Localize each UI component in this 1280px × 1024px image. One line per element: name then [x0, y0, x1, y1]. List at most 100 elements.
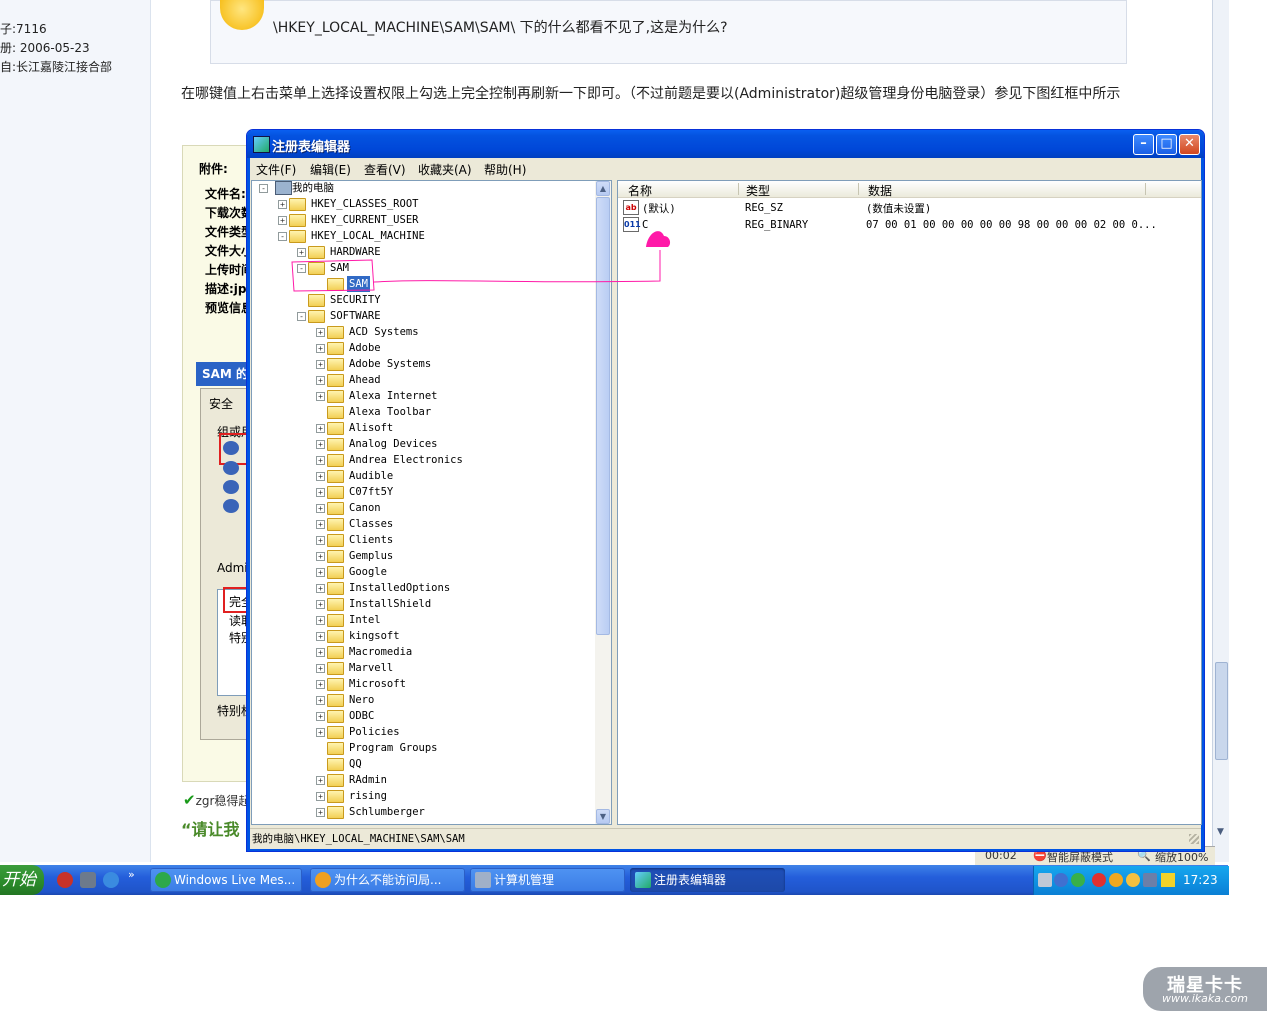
menu-edit[interactable]: 编辑(E)	[310, 161, 351, 178]
warning-icon[interactable]	[1161, 873, 1175, 887]
quicklaunch-desktop-icon[interactable]	[80, 872, 96, 888]
page-scrollbar[interactable]: ▼	[1212, 0, 1229, 862]
task-label: Windows Live Mes...	[174, 873, 296, 887]
minimize-button[interactable]: –	[1133, 134, 1154, 155]
close-button[interactable]: ✕	[1179, 134, 1200, 155]
maximize-button[interactable]: □	[1156, 134, 1177, 155]
expand-icon[interactable]: +	[316, 536, 325, 545]
expand-icon[interactable]: +	[316, 488, 325, 497]
resize-grip-icon[interactable]	[1189, 834, 1199, 844]
folder-icon	[308, 246, 325, 259]
expand-icon[interactable]: +	[316, 600, 325, 609]
keyboard-icon[interactable]	[1038, 873, 1052, 887]
expand-icon[interactable]: +	[316, 568, 325, 577]
quicklaunch-app-icon[interactable]	[57, 872, 73, 888]
start-button[interactable]: 开始	[0, 865, 44, 895]
expand-icon[interactable]: +	[316, 520, 325, 529]
values-list-pane[interactable]	[617, 180, 1202, 825]
clock[interactable]: 17:23	[1183, 873, 1218, 887]
column-data[interactable]: 数据	[868, 182, 892, 199]
expand-icon[interactable]: +	[316, 472, 325, 481]
title-bar[interactable]	[247, 130, 1204, 158]
expand-icon[interactable]: +	[316, 648, 325, 657]
tray-app-icon[interactable]	[1109, 873, 1123, 887]
value-type: REG_SZ	[745, 202, 783, 214]
collapse-icon[interactable]: -	[259, 184, 268, 193]
expand-icon[interactable]: +	[316, 808, 325, 817]
expand-icon[interactable]: +	[316, 392, 325, 401]
menu-favorites[interactable]: 收藏夹(A)	[418, 161, 472, 178]
quicklaunch-ie-icon[interactable]	[103, 872, 119, 888]
expand-icon[interactable]: +	[316, 360, 325, 369]
expand-icon[interactable]: +	[316, 456, 325, 465]
key-tree-pane[interactable]	[251, 180, 612, 825]
tree-node-label: HKEY_CURRENT_USER	[311, 214, 419, 226]
expand-icon[interactable]: +	[316, 728, 325, 737]
folder-icon	[327, 438, 344, 451]
tree-node-label: InstallShield	[349, 598, 432, 610]
collapse-icon[interactable]: -	[297, 264, 306, 273]
expand-icon[interactable]: +	[316, 504, 325, 513]
user-icon	[223, 461, 239, 475]
expand-icon[interactable]: +	[316, 664, 325, 673]
expand-icon[interactable]: +	[316, 424, 325, 433]
task-windows-live-messenger[interactable]: Windows Live Mes...	[150, 868, 302, 892]
expand-icon[interactable]: +	[316, 632, 325, 641]
tree-scrollbar[interactable]: ▲ ▼	[595, 181, 611, 824]
expand-icon[interactable]: +	[278, 200, 287, 209]
expand-icon[interactable]: +	[316, 776, 325, 785]
page-scroll-down-icon[interactable]: ▼	[1215, 826, 1226, 838]
user-post-count: 子:7116	[0, 22, 47, 36]
task-registry-editor[interactable]: 注册表编辑器	[630, 868, 785, 892]
expand-icon[interactable]: +	[278, 216, 287, 225]
value-data: 07 00 01 00 00 00 00 00 98 00 00 00 02 0…	[866, 219, 1157, 231]
tree-node-label: QQ	[349, 758, 362, 770]
expand-icon[interactable]: +	[316, 440, 325, 449]
network-icon[interactable]	[1143, 873, 1157, 887]
folder-icon	[327, 598, 344, 611]
folder-icon	[327, 646, 344, 659]
antivirus-icon[interactable]	[1092, 873, 1106, 887]
tray-app-icon[interactable]	[1126, 873, 1140, 887]
expand-icon[interactable]: +	[316, 584, 325, 593]
tree-node-label: HKEY_CLASSES_ROOT	[311, 198, 419, 210]
expand-icon[interactable]: +	[316, 792, 325, 801]
expand-icon[interactable]: +	[316, 712, 325, 721]
folder-icon	[327, 470, 344, 483]
expand-icon[interactable]: +	[316, 696, 325, 705]
column-divider[interactable]	[858, 183, 859, 195]
collapse-icon[interactable]: -	[278, 232, 287, 241]
back-arrow-icon[interactable]	[1054, 873, 1068, 887]
scroll-up-icon[interactable]: ▲	[596, 181, 610, 196]
page-scroll-thumb[interactable]	[1215, 662, 1228, 760]
tree-scroll-thumb[interactable]	[596, 197, 610, 635]
expand-icon[interactable]: +	[316, 616, 325, 625]
menu-file[interactable]: 文件(F)	[256, 161, 296, 178]
tree-node-label: HKEY_LOCAL_MACHINE	[311, 230, 425, 242]
column-name[interactable]: 名称	[628, 182, 652, 199]
regedit-icon	[635, 872, 651, 888]
expand-icon[interactable]: +	[316, 680, 325, 689]
expand-icon[interactable]: +	[316, 552, 325, 561]
forum-user-sidebar: 子:7116 册: 2006-05-23 自:长江嘉陵江接合部	[0, 0, 151, 862]
quicklaunch-more-icon[interactable]: »	[128, 868, 135, 881]
menu-help[interactable]: 帮助(H)	[484, 161, 526, 178]
expand-icon[interactable]: +	[316, 344, 325, 353]
menu-view[interactable]: 查看(V)	[364, 161, 406, 178]
column-type[interactable]: 类型	[746, 182, 770, 199]
folder-icon	[327, 662, 344, 675]
messenger-tray-icon[interactable]	[1071, 873, 1085, 887]
folder-icon	[308, 262, 325, 275]
scroll-down-icon[interactable]: ▼	[596, 809, 610, 824]
task-browser[interactable]: 为什么不能访问局...	[310, 868, 465, 892]
task-computer-management[interactable]: 计算机管理	[470, 868, 625, 892]
expand-icon[interactable]: +	[297, 248, 306, 257]
expand-icon[interactable]: +	[316, 328, 325, 337]
collapse-icon[interactable]: -	[297, 312, 306, 321]
folder-icon	[308, 310, 325, 323]
regedit-icon[interactable]	[253, 136, 270, 153]
expand-icon[interactable]: +	[316, 376, 325, 385]
column-divider[interactable]	[738, 183, 739, 195]
tree-node-label: Gemplus	[349, 550, 394, 562]
column-divider[interactable]	[1145, 183, 1146, 195]
